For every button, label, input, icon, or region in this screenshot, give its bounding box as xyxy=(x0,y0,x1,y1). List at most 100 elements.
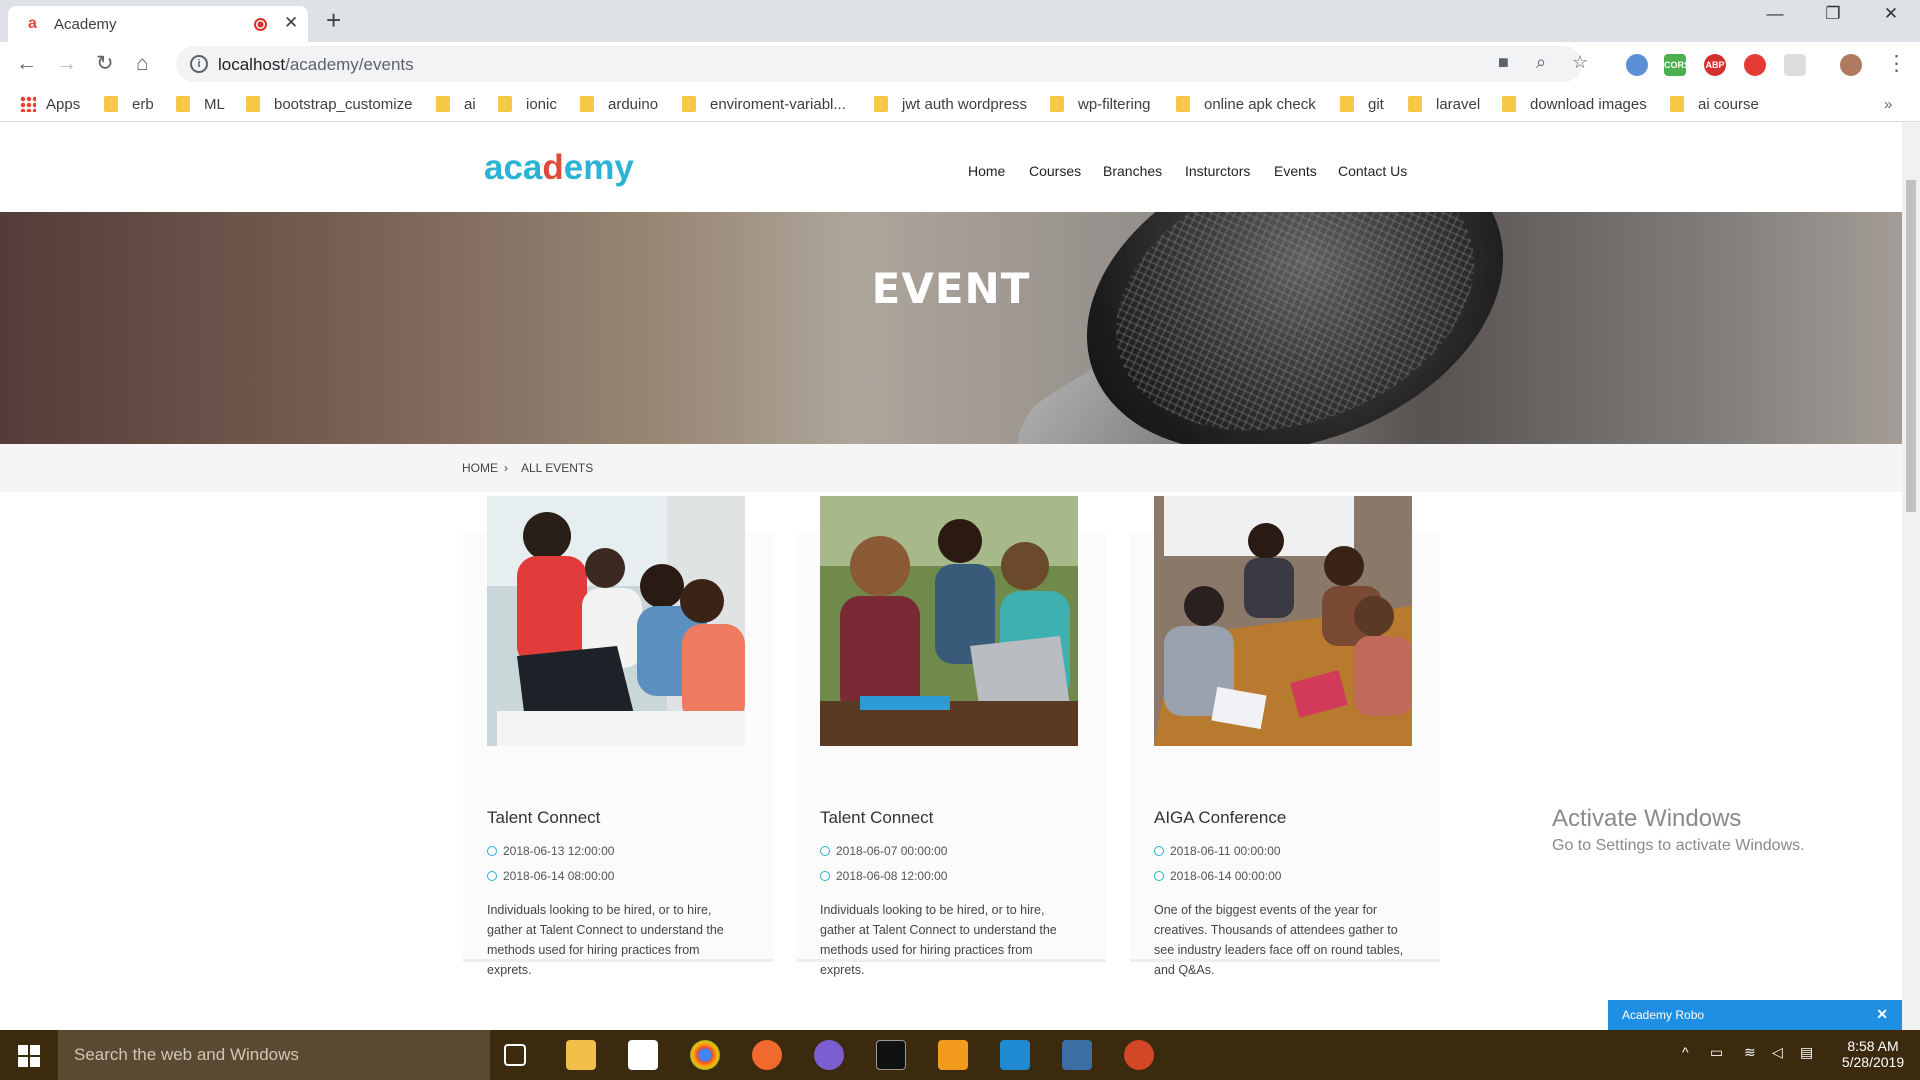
extension-globe-icon[interactable] xyxy=(1626,54,1648,76)
browser-menu-icon[interactable]: ⋮ xyxy=(1886,52,1907,76)
app-icon[interactable] xyxy=(1062,1040,1092,1070)
close-tab-icon[interactable]: ✕ xyxy=(284,13,298,33)
chat-widget-bar[interactable]: Academy Robo ✕ xyxy=(1608,1000,1902,1030)
new-tab-button[interactable]: + xyxy=(326,6,341,34)
home-button[interactable]: ⌂ xyxy=(136,52,149,76)
battery-icon[interactable]: ▭ xyxy=(1710,1044,1723,1061)
site-logo[interactable]: academy xyxy=(484,148,634,188)
bookmark-item[interactable]: online apk check xyxy=(1176,96,1316,113)
chrome-taskbar-icon[interactable] xyxy=(690,1040,720,1070)
bookmark-item[interactable]: ionic xyxy=(498,96,557,113)
recording-indicator-icon xyxy=(254,18,267,31)
task-view-icon[interactable] xyxy=(504,1044,526,1066)
folder-icon xyxy=(1340,96,1354,112)
event-description: One of the biggest events of the year fo… xyxy=(1154,903,1404,977)
bookmark-item[interactable]: ai course xyxy=(1670,96,1759,113)
breadcrumb-separator: › xyxy=(504,461,508,475)
clock-icon xyxy=(820,871,830,881)
folder-icon xyxy=(874,96,888,112)
bookmark-item[interactable]: jwt auth wordpress xyxy=(874,96,1027,113)
folder-icon xyxy=(1050,96,1064,112)
event-title[interactable]: Talent Connect xyxy=(820,808,933,828)
profile-avatar[interactable] xyxy=(1840,54,1862,76)
powerpoint-icon[interactable] xyxy=(1124,1040,1154,1070)
forward-button[interactable]: → xyxy=(56,52,77,76)
students-table-image xyxy=(1154,496,1412,746)
event-card[interactable]: Talent Connect 2018-06-13 12:00:00 2018-… xyxy=(463,496,773,977)
bookmark-item[interactable]: ai xyxy=(436,96,476,113)
browser-tab[interactable]: a Academy ✕ xyxy=(8,6,308,42)
event-card[interactable]: AIGA Conference 2018-06-11 00:00:00 2018… xyxy=(1130,496,1440,977)
event-title[interactable]: AIGA Conference xyxy=(1154,808,1286,828)
chat-close-icon[interactable]: ✕ xyxy=(1876,1006,1888,1023)
bookmark-item[interactable]: arduino xyxy=(580,96,658,113)
address-bar[interactable]: i localhost/academy/events ■ ⌕ ☆ xyxy=(176,46,1588,82)
clock-display[interactable]: 8:58 AM 5/28/2019 xyxy=(1838,1038,1908,1070)
sublime-text-icon[interactable] xyxy=(938,1040,968,1070)
bookmarks-overflow-icon[interactable]: » xyxy=(1884,96,1892,113)
minimize-button[interactable]: — xyxy=(1752,4,1798,24)
folder-icon xyxy=(104,96,118,112)
clock-icon xyxy=(820,846,830,856)
bookmark-item[interactable]: erb xyxy=(104,96,154,113)
wifi-icon[interactable]: ≋ xyxy=(1744,1044,1756,1061)
camera-icon[interactable]: ■ xyxy=(1498,52,1509,73)
event-end-date: 2018-06-14 00:00:00 xyxy=(1154,869,1281,883)
event-start-date: 2018-06-11 00:00:00 xyxy=(1154,844,1281,858)
nav-events[interactable]: Events xyxy=(1274,163,1317,179)
taskbar-search-input[interactable]: Search the web and Windows xyxy=(58,1030,490,1080)
activate-windows-watermark: Activate Windows Go to Settings to activ… xyxy=(1552,805,1805,854)
nav-courses[interactable]: Courses xyxy=(1029,163,1081,179)
event-image[interactable] xyxy=(1154,496,1412,746)
url-text[interactable]: localhost/academy/events xyxy=(218,55,414,75)
bookmark-item[interactable]: bootstrap_customize xyxy=(246,96,412,113)
opera-extension-icon[interactable] xyxy=(1744,54,1766,76)
event-title[interactable]: Talent Connect xyxy=(487,808,600,828)
bookmark-item[interactable]: download images xyxy=(1502,96,1647,113)
adblock-extension-icon[interactable]: ABP xyxy=(1704,54,1726,76)
event-image[interactable] xyxy=(487,496,745,746)
notification-icon[interactable]: ▤ xyxy=(1800,1044,1813,1061)
cors-extension-icon[interactable]: CORS xyxy=(1664,54,1690,76)
tray-chevron-icon[interactable]: ^ xyxy=(1682,1044,1689,1060)
folder-icon xyxy=(1408,96,1422,112)
reload-button[interactable]: ↻ xyxy=(96,52,114,76)
bookmark-item[interactable]: laravel xyxy=(1408,96,1480,113)
bookmark-apps[interactable]: Apps xyxy=(20,96,80,113)
restore-button[interactable]: ❐ xyxy=(1810,4,1856,24)
bookmark-item[interactable]: wp-filtering xyxy=(1050,96,1151,113)
close-window-button[interactable]: ✕ xyxy=(1868,4,1914,24)
folder-icon xyxy=(1176,96,1190,112)
volume-icon[interactable]: ◁ xyxy=(1772,1044,1783,1061)
paint-app-icon[interactable] xyxy=(752,1040,782,1070)
bookmark-item[interactable]: ML xyxy=(176,96,225,113)
nav-contact[interactable]: Contact Us xyxy=(1338,163,1407,179)
file-explorer-icon[interactable] xyxy=(566,1040,596,1070)
event-image[interactable] xyxy=(820,496,1078,746)
vscode-icon[interactable] xyxy=(1000,1040,1030,1070)
event-end-date: 2018-06-08 12:00:00 xyxy=(820,869,947,883)
students-outdoor-image xyxy=(820,496,1078,746)
breadcrumb-home[interactable]: HOME xyxy=(462,461,498,475)
windows-start-icon[interactable] xyxy=(18,1045,40,1067)
store-icon[interactable] xyxy=(628,1040,658,1070)
event-card[interactable]: Talent Connect 2018-06-07 00:00:00 2018-… xyxy=(796,496,1106,977)
page-scrollbar[interactable] xyxy=(1902,122,1920,1030)
zoom-icon[interactable]: ⌕ xyxy=(1536,52,1546,73)
back-button[interactable]: ← xyxy=(16,52,37,76)
clock-icon xyxy=(487,846,497,856)
scrollbar-thumb[interactable] xyxy=(1906,180,1916,512)
nav-branches[interactable]: Branches xyxy=(1103,163,1162,179)
nav-instructors[interactable]: Insturctors xyxy=(1185,163,1250,179)
site-info-icon[interactable]: i xyxy=(190,55,208,73)
bookmark-item[interactable]: git xyxy=(1340,96,1384,113)
academy-favicon-icon: a xyxy=(28,15,37,32)
hero-banner: EVENT xyxy=(0,212,1902,444)
infinity-app-icon[interactable] xyxy=(814,1040,844,1070)
extension-placeholder-icon[interactable] xyxy=(1784,54,1806,76)
bookmark-star-icon[interactable]: ☆ xyxy=(1572,52,1588,73)
nav-home[interactable]: Home xyxy=(968,163,1005,179)
terminal-icon[interactable] xyxy=(876,1040,906,1070)
bookmark-item[interactable]: enviroment-variabl... xyxy=(682,96,846,113)
folder-icon xyxy=(1502,96,1516,112)
